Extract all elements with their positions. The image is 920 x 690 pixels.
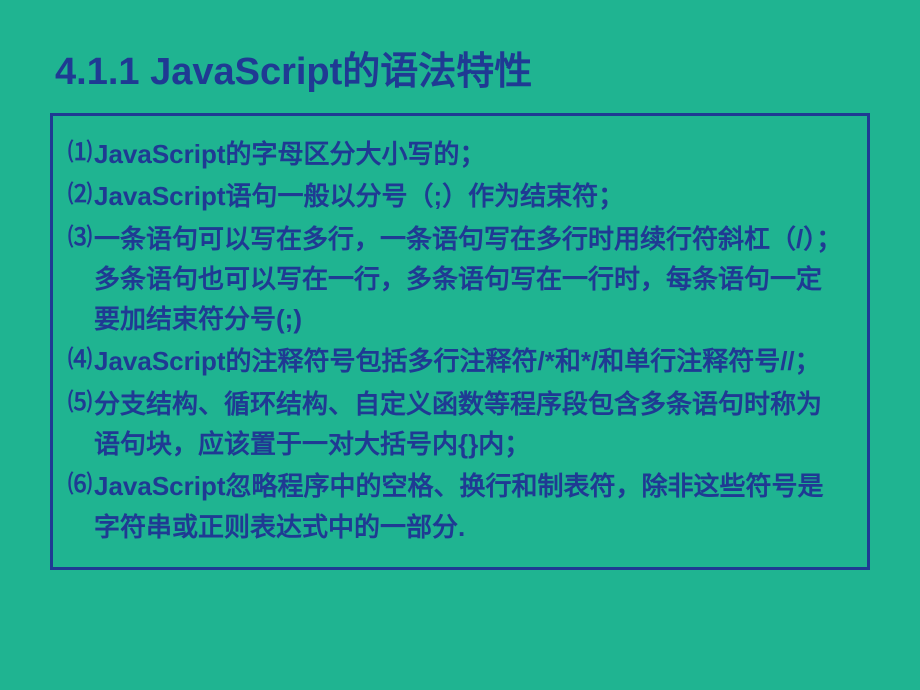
slide-container: 4.1.1 JavaScript的语法特性 ⑴ JavaScript的字母区分大… xyxy=(0,0,920,690)
list-item: ⑸ 分支结构、循环结构、自定义函数等程序段包含多条语句时称为语句块，应该置于一对… xyxy=(68,384,847,465)
item-marker: ⑶ xyxy=(68,219,92,256)
list-item: ⑴ JavaScript的字母区分大小写的； xyxy=(68,134,847,174)
item-marker: ⑴ xyxy=(68,134,92,171)
item-text: 分支结构、循环结构、自定义函数等程序段包含多条语句时称为语句块，应该置于一对大括… xyxy=(94,384,847,465)
list-item: ⑶ 一条语句可以写在多行，一条语句写在多行时用续行符斜杠（/）；多条语句也可以写… xyxy=(68,219,847,340)
item-marker: ⑸ xyxy=(68,384,92,421)
slide-title: 4.1.1 JavaScript的语法特性 xyxy=(50,40,870,95)
item-marker: ⑷ xyxy=(68,341,92,378)
item-text: JavaScript的字母区分大小写的； xyxy=(94,134,847,174)
list-item: ⑹ JavaScript忽略程序中的空格、换行和制表符，除非这些符号是字符串或正… xyxy=(68,466,847,547)
list-item: ⑵ JavaScript语句一般以分号（;）作为结束符； xyxy=(68,176,847,216)
item-text: JavaScript的注释符号包括多行注释符/*和*/和单行注释符号//； xyxy=(94,341,847,381)
item-marker: ⑹ xyxy=(68,466,92,503)
content-box: ⑴ JavaScript的字母区分大小写的； ⑵ JavaScript语句一般以… xyxy=(50,113,870,570)
item-text: 一条语句可以写在多行，一条语句写在多行时用续行符斜杠（/）；多条语句也可以写在一… xyxy=(94,219,847,340)
item-text: JavaScript忽略程序中的空格、换行和制表符，除非这些符号是字符串或正则表… xyxy=(94,466,847,547)
item-text: JavaScript语句一般以分号（;）作为结束符； xyxy=(94,176,847,216)
item-marker: ⑵ xyxy=(68,176,92,213)
list-item: ⑷ JavaScript的注释符号包括多行注释符/*和*/和单行注释符号//； xyxy=(68,341,847,381)
